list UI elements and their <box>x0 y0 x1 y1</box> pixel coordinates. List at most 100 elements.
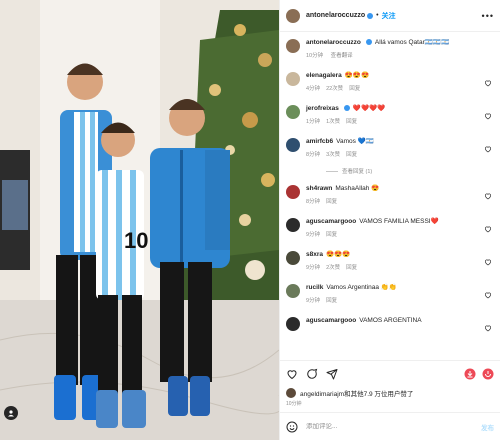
commenter-username[interactable]: amirfcb6 <box>306 138 333 145</box>
commenter-username[interactable]: s8xra <box>306 251 323 258</box>
comment-time: 1分钟 <box>306 119 321 125</box>
commenter-username[interactable]: rucilk <box>306 284 323 291</box>
likes-summary[interactable]: angeldimariajm和其他7.9 万位用户赞了 <box>280 386 500 400</box>
comment-text: s8xra 😍😍😍 <box>306 250 482 259</box>
comment-meta: 8分钟 3次赞 回复 <box>306 150 482 158</box>
comment-item: sh4rawn MashaAllah 😍 8分钟 回复 <box>286 184 494 208</box>
commenter-avatar[interactable] <box>286 138 300 152</box>
comment-body: Vamos 💙🇦🇷 <box>336 138 374 145</box>
comment-item: jerofreixas ❤️❤️❤️❤️ 1分钟 1次赞 回复 <box>286 104 494 128</box>
post-modal: 10 antonelaroccuzzo • 关注 ••• antonelaroc… <box>0 0 500 440</box>
like-comment-icon[interactable] <box>484 291 492 299</box>
action-bar <box>280 360 500 386</box>
comment-time: 8分钟 <box>306 152 321 158</box>
comment-text: elenagalera 😍😍😍 <box>306 71 482 80</box>
share-icon[interactable] <box>326 368 338 380</box>
view-replies-button[interactable]: 查看回复 (1) <box>326 167 494 175</box>
comment-time: 9分钟 <box>306 232 321 238</box>
comment-meta: 4分钟 22次赞 回复 <box>306 84 482 92</box>
comment-like-count[interactable]: 2次赞 <box>326 265 340 271</box>
comments-list[interactable]: antonelaroccuzzo Allá vamos Qatar🇦🇷🇦🇷🇦🇷 1… <box>280 32 500 360</box>
comment-item: s8xra 😍😍😍 9分钟 2次赞 回复 <box>286 250 494 274</box>
like-comment-icon[interactable] <box>484 258 492 266</box>
commenter-avatar[interactable] <box>286 72 300 86</box>
reply-button[interactable]: 回复 <box>326 298 337 304</box>
commenter-avatar[interactable] <box>286 185 300 199</box>
caption-time: 10分钟 <box>306 53 324 59</box>
reply-button[interactable]: 回复 <box>346 265 357 271</box>
commenter-username[interactable]: aguscamargooo <box>306 218 356 225</box>
photo-illustration: 10 <box>0 0 279 440</box>
comment-meta: 9分钟 2次赞 回复 <box>306 263 482 271</box>
comment-text: aguscamargooo VAMOS ARGENTINA <box>306 316 482 325</box>
post-header: antonelaroccuzzo • 关注 ••• <box>280 0 500 32</box>
like-comment-icon[interactable] <box>484 324 492 332</box>
svg-text:10: 10 <box>124 228 148 253</box>
commenter-avatar[interactable] <box>286 317 300 331</box>
download-icon[interactable] <box>464 368 476 380</box>
like-comment-icon[interactable] <box>484 79 492 87</box>
comment-like-count[interactable]: 3次赞 <box>326 152 340 158</box>
comment-body: Vamos Argentinaa 👏👏 <box>326 284 397 291</box>
caption-username[interactable]: antonelaroccuzzo <box>306 39 361 46</box>
comment-icon[interactable] <box>306 368 318 380</box>
like-comment-icon[interactable] <box>484 225 492 233</box>
comment-like-count[interactable]: 1次赞 <box>326 119 340 125</box>
comments-panel: antonelaroccuzzo • 关注 ••• antonelaroccuz… <box>279 0 500 440</box>
commenter-avatar[interactable] <box>286 218 300 232</box>
comment-time: 8分钟 <box>306 199 321 205</box>
comment-body: VAMOS ARGENTINA <box>359 317 422 324</box>
caption-text: antonelaroccuzzo Allá vamos Qatar🇦🇷🇦🇷🇦🇷 <box>306 38 482 47</box>
comment-item: aguscamargooo VAMOS FAMILIA MESSI❤️ 9分钟 回复 <box>286 217 494 241</box>
heart-icon[interactable] <box>286 368 298 380</box>
bookmark-icon[interactable] <box>482 368 494 380</box>
commenter-avatar[interactable] <box>286 105 300 119</box>
author-avatar[interactable] <box>286 39 300 53</box>
likes-text[interactable]: angeldimariajm和其他7.9 万位用户赞了 <box>300 388 413 398</box>
comment-text: jerofreixas ❤️❤️❤️❤️ <box>306 104 482 113</box>
caption: antonelaroccuzzo Allá vamos Qatar🇦🇷🇦🇷🇦🇷 1… <box>286 38 494 62</box>
post-photo[interactable]: 10 <box>0 0 279 440</box>
author-username[interactable]: antonelaroccuzzo <box>306 12 365 19</box>
verified-badge-icon <box>343 105 350 112</box>
comment-like-count[interactable]: 22次赞 <box>326 86 343 92</box>
comment-input[interactable] <box>306 423 481 430</box>
like-comment-icon[interactable] <box>484 192 492 200</box>
view-replies-label[interactable]: 查看回复 (1) <box>342 167 372 175</box>
reply-button[interactable]: 回复 <box>349 86 360 92</box>
comment-time: 4分钟 <box>306 86 321 92</box>
liker-avatar <box>286 388 296 398</box>
comment-meta: 9分钟 回复 <box>306 296 482 304</box>
like-comment-icon[interactable] <box>484 145 492 153</box>
comment-body: 😍😍😍 <box>344 72 370 79</box>
comment-item: amirfcb6 Vamos 💙🇦🇷 8分钟 3次赞 回复 <box>286 137 494 161</box>
reply-button[interactable]: 回复 <box>326 232 337 238</box>
comment-body: ❤️❤️❤️❤️ <box>352 105 386 112</box>
comment-meta: 9分钟 回复 <box>306 230 482 238</box>
caption-body: Allá vamos Qatar🇦🇷🇦🇷🇦🇷 <box>374 39 450 46</box>
commenter-username[interactable]: aguscamargooo <box>306 317 356 324</box>
author-avatar[interactable] <box>286 8 300 23</box>
translate-link[interactable]: 查看翻译 <box>331 53 353 59</box>
reply-button[interactable]: 回复 <box>326 199 337 205</box>
person-tag-icon[interactable] <box>4 406 18 420</box>
emoji-icon[interactable] <box>286 421 298 433</box>
post-comment-button[interactable]: 发布 <box>481 422 494 432</box>
commenter-username[interactable]: elenagalera <box>306 72 342 79</box>
commenter-avatar[interactable] <box>286 251 300 265</box>
follow-button[interactable]: 关注 <box>382 11 396 21</box>
comment-time: 9分钟 <box>306 298 321 304</box>
commenter-username[interactable]: jerofreixas <box>306 105 339 112</box>
like-comment-icon[interactable] <box>484 112 492 120</box>
comment-body: 😍😍😍 <box>326 251 351 258</box>
reply-button[interactable]: 回复 <box>346 119 357 125</box>
comment-item: elenagalera 😍😍😍 4分钟 22次赞 回复 <box>286 71 494 95</box>
comment-text: sh4rawn MashaAllah 😍 <box>306 184 482 193</box>
comment-meta: 8分钟 回复 <box>306 197 482 205</box>
commenter-username[interactable]: sh4rawn <box>306 185 332 192</box>
more-options-button[interactable]: ••• <box>482 11 494 21</box>
verified-badge-icon <box>365 39 372 46</box>
replies-line <box>326 170 338 172</box>
reply-button[interactable]: 回复 <box>346 152 357 158</box>
commenter-avatar[interactable] <box>286 284 300 298</box>
